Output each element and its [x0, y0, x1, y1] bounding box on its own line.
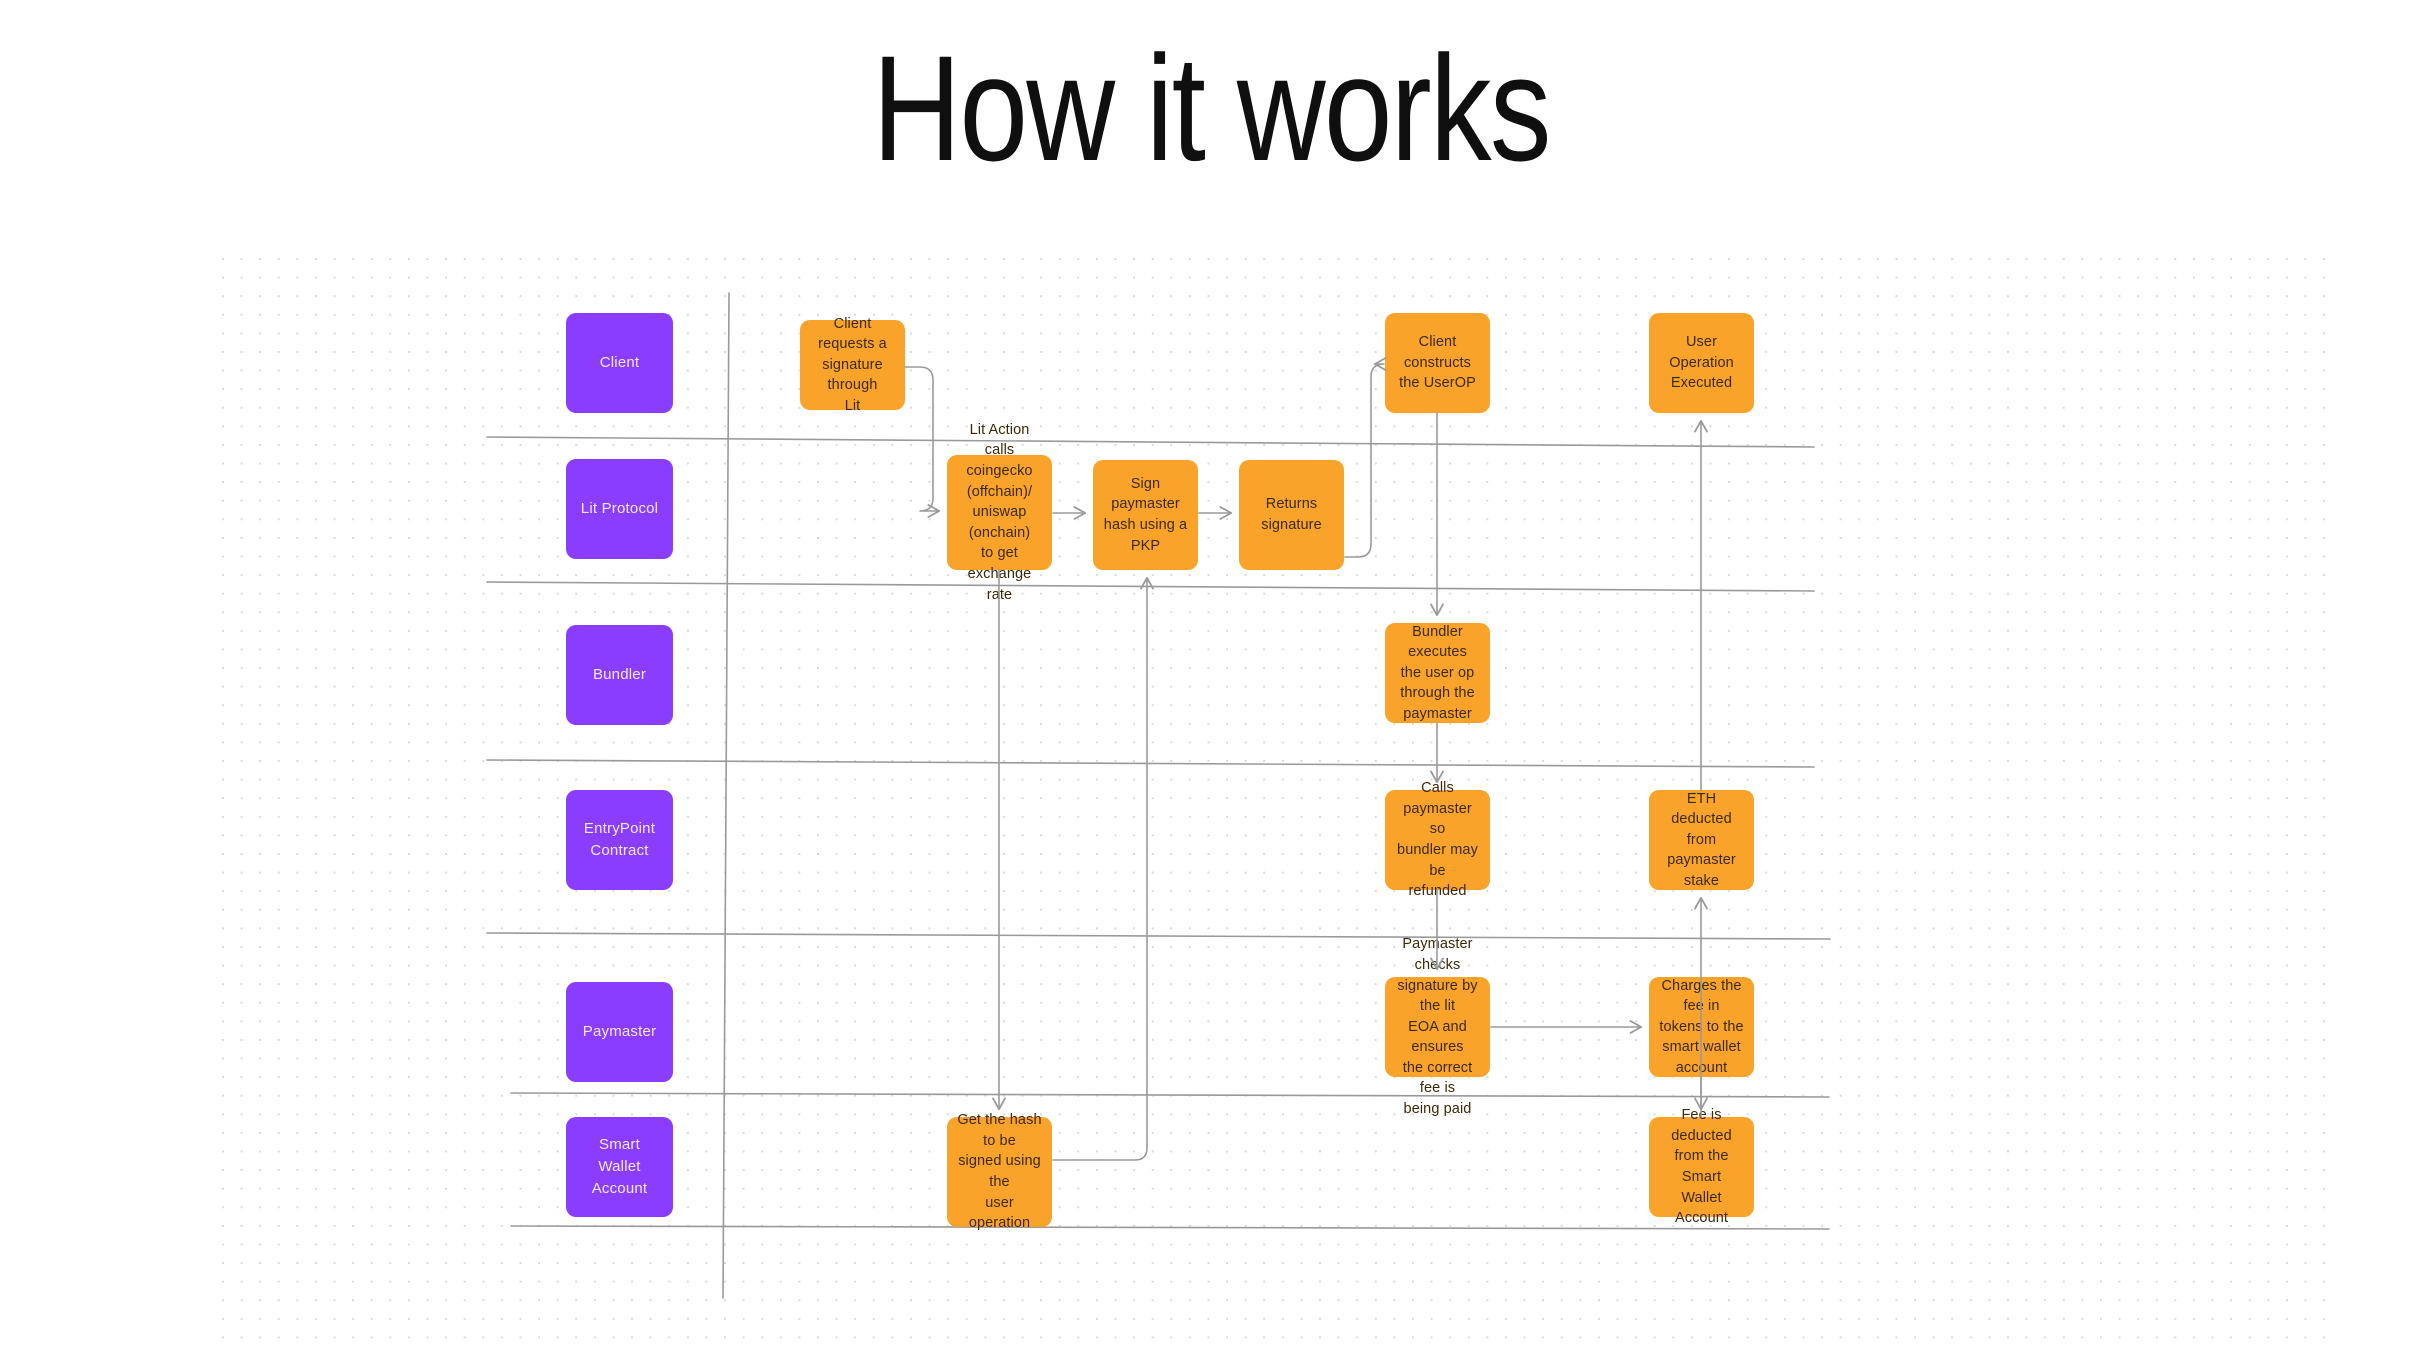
- step-paymaster-checks-signature[interactable]: Paymaster checks signature by the lit EO…: [1385, 936, 1490, 1117]
- step-get-hash-to-be-signed-label: Get the hash to be signed using the user…: [957, 1112, 1042, 1232]
- step-eth-deducted-stake-label: ETH deducted from paymaster stake: [1667, 790, 1736, 889]
- step-client-constructs-userop-label: Client constructs the UserOP: [1399, 334, 1476, 392]
- step-calls-paymaster-refund[interactable]: Calls paymaster so bundler may be refund…: [1385, 780, 1490, 899]
- lane-paymaster-label: Paymaster: [582, 1023, 657, 1041]
- step-bundler-executes-userop[interactable]: Bundler executes the user op through the…: [1385, 623, 1490, 723]
- step-charges-fee-in-tokens-label: Charges the fee in tokens to the smart w…: [1659, 977, 1744, 1076]
- lane-lit-protocol-label: Lit Protocol: [580, 500, 659, 518]
- step-returns-signature[interactable]: Returns signature: [1239, 460, 1344, 570]
- step-user-operation-executed[interactable]: User Operation Executed: [1649, 313, 1754, 413]
- lane-entrypoint-contract[interactable]: EntryPoint Contract: [566, 790, 673, 890]
- step-client-requests-signature-label: Client requests a signature through Lit: [818, 315, 887, 414]
- step-client-requests-signature[interactable]: Client requests a signature through Lit: [800, 316, 905, 414]
- step-client-constructs-userop[interactable]: Client constructs the UserOP: [1385, 313, 1490, 413]
- lane-client-label: Client: [599, 354, 640, 372]
- step-bundler-executes-userop-label: Bundler executes the user op through the…: [1400, 623, 1475, 722]
- step-fee-deducted-smart-wallet-label: Fee is deducted from the Smart Wallet Ac…: [1671, 1107, 1732, 1227]
- lane-smart-wallet-account[interactable]: Smart Wallet Account: [566, 1117, 673, 1217]
- step-sign-paymaster-hash[interactable]: Sign paymaster hash using a PKP: [1093, 460, 1198, 570]
- step-eth-deducted-stake[interactable]: ETH deducted from paymaster stake: [1649, 790, 1754, 890]
- step-user-operation-executed-label: User Operation Executed: [1669, 334, 1734, 392]
- lane-bundler[interactable]: Bundler: [566, 625, 673, 725]
- step-paymaster-checks-signature-label: Paymaster checks signature by the lit EO…: [1397, 936, 1478, 1118]
- lane-paymaster[interactable]: Paymaster: [566, 982, 673, 1082]
- step-get-hash-to-be-signed[interactable]: Get the hash to be signed using the user…: [947, 1112, 1052, 1231]
- step-fee-deducted-smart-wallet[interactable]: Fee is deducted from the Smart Wallet Ac…: [1649, 1107, 1754, 1226]
- title-bar: How it works: [0, 0, 2422, 215]
- step-returns-signature-label: Returns signature: [1261, 496, 1322, 533]
- lane-bundler-label: Bundler: [592, 666, 647, 684]
- step-lit-action-calls-coingecko[interactable]: Lit Action calls coingecko (offchain)/ u…: [947, 422, 1052, 603]
- page-title: How it works: [872, 23, 1551, 192]
- lane-lit-protocol[interactable]: Lit Protocol: [566, 459, 673, 559]
- step-calls-paymaster-refund-label: Calls paymaster so bundler may be refund…: [1397, 780, 1478, 900]
- lane-smart-wallet-account-label: Smart Wallet Account: [591, 1136, 648, 1197]
- step-sign-paymaster-hash-label: Sign paymaster hash using a PKP: [1103, 475, 1188, 554]
- lane-client[interactable]: Client: [566, 313, 673, 413]
- step-charges-fee-in-tokens[interactable]: Charges the fee in tokens to the smart w…: [1649, 977, 1754, 1077]
- lane-entrypoint-contract-label: EntryPoint Contract: [583, 820, 656, 859]
- dot-grid-background: [222, 258, 2332, 1354]
- step-lit-action-calls-coingecko-label: Lit Action calls coingecko (offchain)/ u…: [966, 421, 1033, 603]
